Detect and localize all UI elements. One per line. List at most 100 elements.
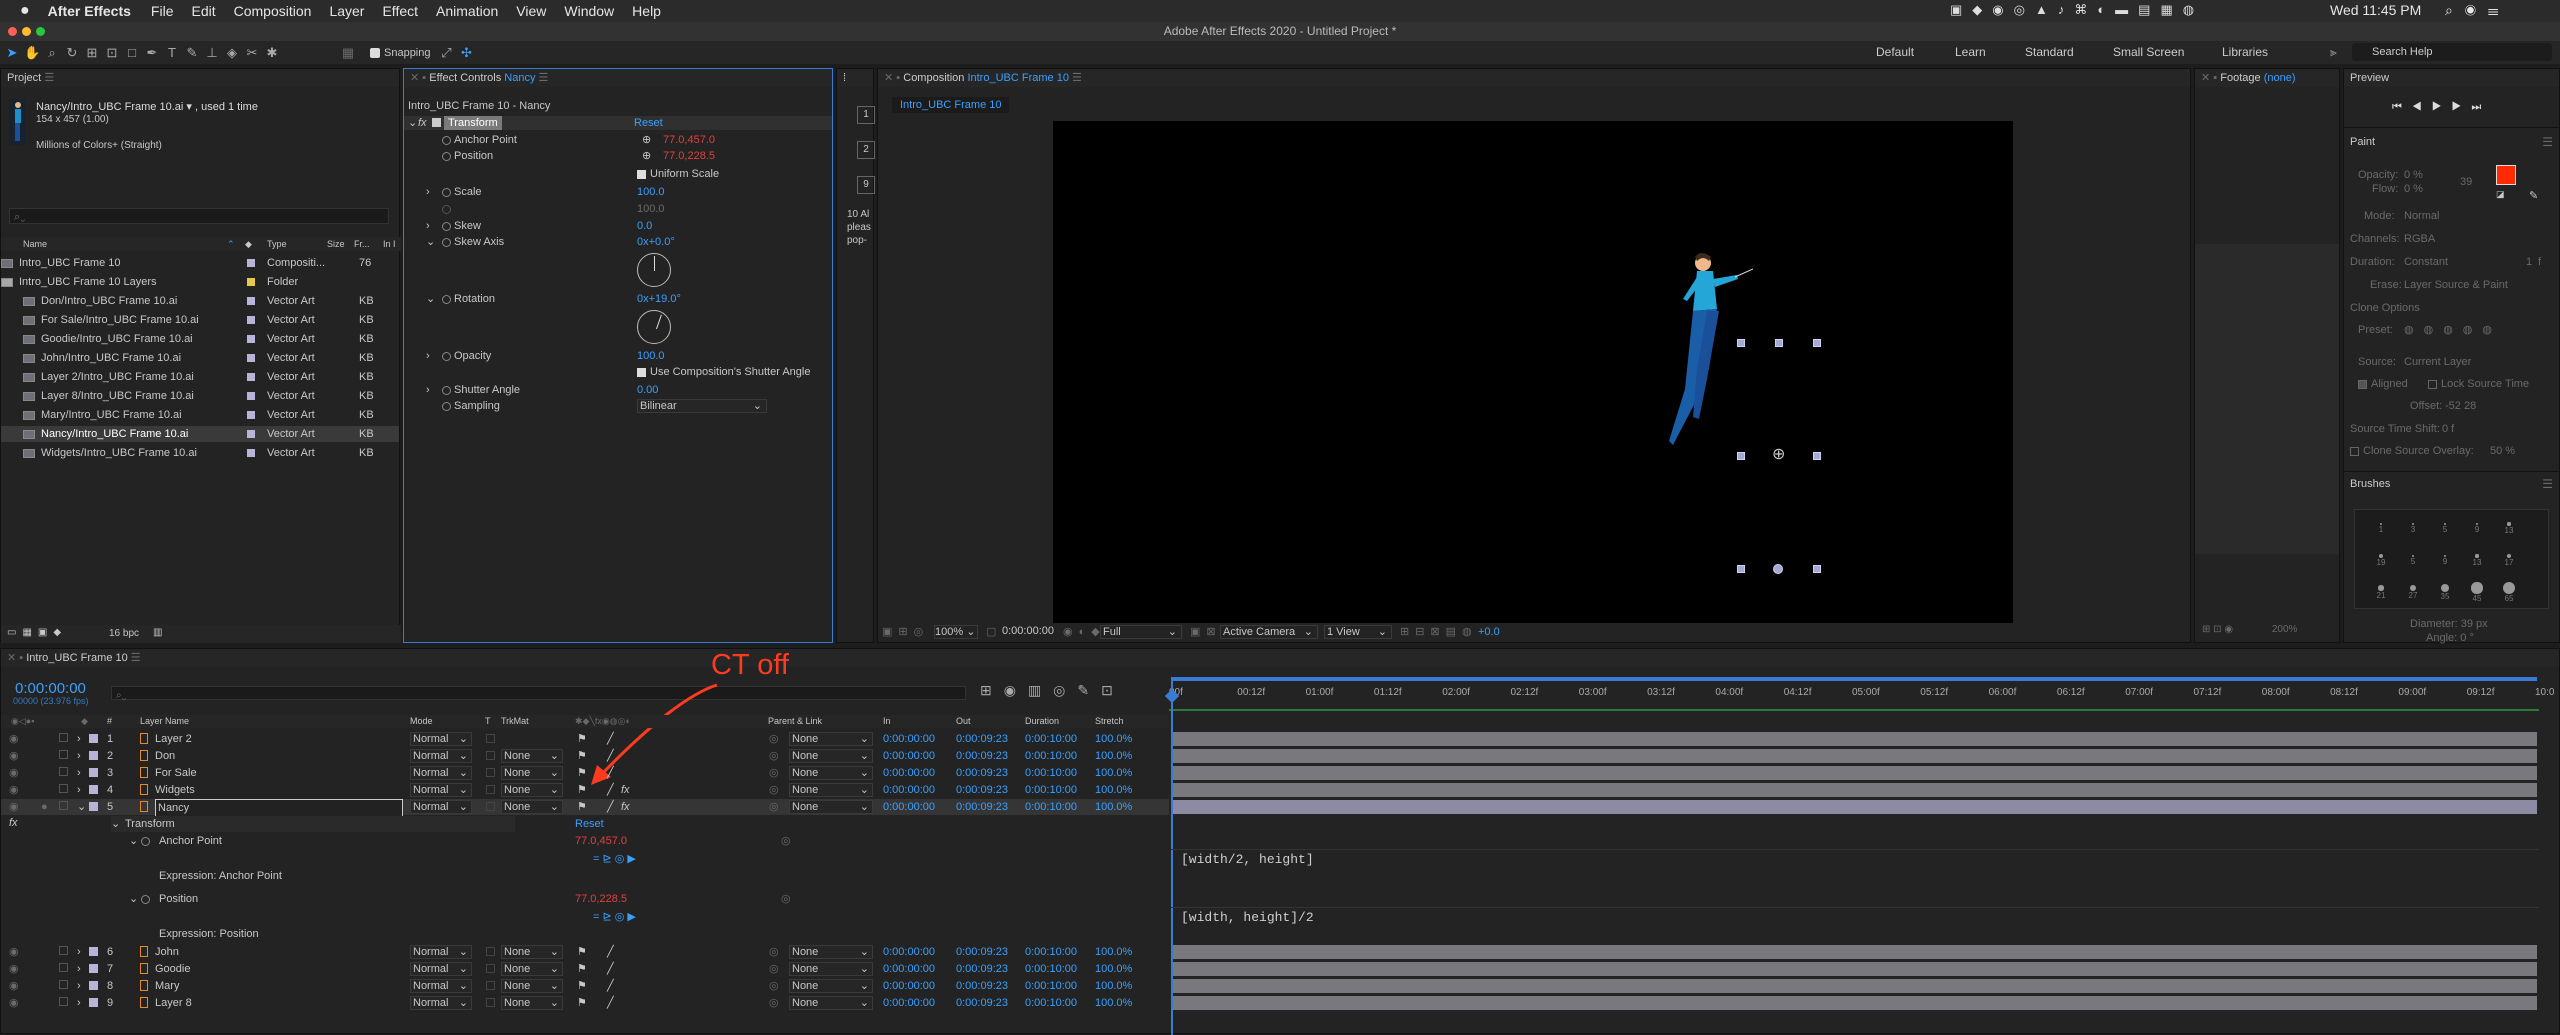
layer-name[interactable]: Layer 8: [155, 995, 192, 1011]
quality-switch-icon[interactable]: ╱: [607, 961, 614, 977]
col-duration[interactable]: Duration: [1025, 715, 1059, 728]
brush-tip[interactable]: 13: [2463, 548, 2491, 576]
paint-erase-dropdown[interactable]: Layer Source & Paint: [2404, 278, 2508, 292]
footage-zoom-label[interactable]: ⊞ ⊡ ◉ 200%: [2202, 624, 2297, 635]
layer-out-point[interactable]: 0:00:09:23: [956, 782, 1008, 798]
timeline-header[interactable]: ✕ ▪ Intro_UBC Frame 10 ☰: [1, 649, 2559, 667]
zoom-dropdown[interactable]: 100% ⌄: [934, 625, 978, 639]
layer-out-point[interactable]: 0:00:09:23: [956, 765, 1008, 781]
layer-duration-bar[interactable]: [1173, 962, 2537, 976]
layer-expand-icon[interactable]: ›: [77, 944, 81, 960]
roto-tool-icon[interactable]: ✂: [244, 45, 260, 61]
trkmat-dropdown[interactable]: None ⌄: [501, 800, 563, 814]
layer-row[interactable]: ◉ › 6 John Normal ⌄ None ⌄ ⚑ ╱ ◎ None ⌄ 0:0…: [1, 944, 1169, 960]
lock-toggle[interactable]: [59, 997, 68, 1006]
menu-extras-icon[interactable]: ⌕◉☰: [2445, 2, 2510, 19]
col-out[interactable]: Out: [956, 715, 971, 728]
sampling-stopwatch-icon[interactable]: [442, 399, 451, 413]
layer-stretch[interactable]: 100.0%: [1095, 765, 1132, 781]
skew-axis-dial[interactable]: [637, 253, 671, 287]
label-color-swatch[interactable]: [247, 316, 255, 324]
trash-icon[interactable]: ▥: [153, 627, 162, 638]
col-type[interactable]: Type: [267, 237, 287, 251]
quality-switch-icon[interactable]: ╱: [607, 995, 614, 1011]
layer-in-point[interactable]: 0:00:00:00: [883, 961, 935, 977]
menu-edit[interactable]: Edit: [191, 3, 215, 19]
close-tab-icon[interactable]: ✕: [2201, 72, 2210, 84]
rotation-stopwatch-icon[interactable]: [442, 292, 451, 306]
layer-in-point[interactable]: 0:00:00:00: [883, 748, 935, 764]
shy-switch-icon[interactable]: ⚑: [577, 995, 587, 1011]
bbox-handle[interactable]: [1773, 564, 1783, 574]
position-target-icon[interactable]: ⊕: [642, 149, 651, 163]
lock-toggle[interactable]: [59, 750, 68, 759]
transform-expand-icon[interactable]: ⌄: [111, 816, 120, 832]
col-mode[interactable]: Mode: [410, 715, 433, 728]
timeline-timecode[interactable]: 0:00:00:00: [15, 680, 86, 697]
position-value[interactable]: 77.0,228.5: [575, 892, 627, 906]
preserve-transparency-toggle[interactable]: [486, 768, 495, 777]
layer-out-point[interactable]: 0:00:09:23: [956, 731, 1008, 747]
layer-label-swatch[interactable]: [89, 981, 98, 990]
bbox-handle[interactable]: [1737, 452, 1745, 460]
search-help-input[interactable]: Search Help: [2352, 43, 2552, 61]
visibility-eye-icon[interactable]: ◉: [9, 782, 19, 798]
paint-flow-value[interactable]: 0 %: [2404, 182, 2423, 196]
col-size[interactable]: Size: [327, 237, 345, 251]
zoom-tool-icon[interactable]: ⌕: [44, 45, 60, 61]
fx-switch-icon[interactable]: fx: [621, 782, 630, 798]
shy-switch-icon[interactable]: ⚑: [577, 944, 587, 960]
switches-header-icon[interactable]: ✱◆╲fx◉◍◎◐: [575, 715, 631, 728]
layer-out-point[interactable]: 0:00:09:23: [956, 995, 1008, 1011]
layer-row[interactable]: ◉ › 8 Mary Normal ⌄ None ⌄ ⚑ ╱ ◎ None ⌄ 0:0…: [1, 978, 1169, 994]
trkmat-dropdown[interactable]: None ⌄: [501, 962, 563, 976]
blend-mode-dropdown[interactable]: Normal ⌄: [410, 979, 472, 993]
skew-expand-icon[interactable]: ›: [426, 219, 430, 233]
col-frame-rate[interactable]: Fr...: [354, 237, 370, 251]
project-item[interactable]: Intro_UBC Frame 10 Compositi... 76: [1, 255, 399, 271]
fx-toggle[interactable]: fx: [418, 116, 427, 130]
layer-out-point[interactable]: 0:00:09:23: [956, 944, 1008, 960]
transform-reset-link[interactable]: Reset: [634, 116, 663, 130]
layer-duration[interactable]: 0:00:10:00: [1025, 799, 1077, 815]
preserve-transparency-toggle[interactable]: [486, 734, 495, 743]
layer-duration[interactable]: 0:00:10:00: [1025, 978, 1077, 994]
label-color-swatch[interactable]: [247, 392, 255, 400]
trkmat-dropdown[interactable]: None ⌄: [501, 783, 563, 797]
parent-pickwhip-icon[interactable]: ◎: [769, 978, 779, 994]
parent-dropdown[interactable]: None ⌄: [789, 945, 873, 959]
minimize-window-button[interactable]: [22, 27, 31, 36]
visibility-eye-icon[interactable]: ◉: [9, 731, 19, 747]
lock-toggle[interactable]: [59, 784, 68, 793]
time-ruler[interactable]: 00f00:12f01:00f01:12f02:00f02:12f03:00f0…: [1169, 677, 2554, 717]
anchor-expression-controls-icon[interactable]: = ⊵ ◎ ▶: [593, 852, 636, 866]
layer-duration-bar[interactable]: [1173, 783, 2537, 797]
brush-tip[interactable]: 35: [2431, 580, 2459, 608]
app-menu[interactable]: After Effects: [48, 3, 131, 19]
layer-in-point[interactable]: 0:00:00:00: [883, 765, 935, 781]
lock-toggle[interactable]: [59, 946, 68, 955]
comp-viewer-canvas[interactable]: ⊕: [1053, 121, 2013, 623]
opacity-value[interactable]: 100.0: [637, 349, 665, 363]
layer-duration[interactable]: 0:00:10:00: [1025, 765, 1077, 781]
anchor-value[interactable]: 77.0,457.0: [663, 133, 715, 147]
layer-stretch[interactable]: 100.0%: [1095, 995, 1132, 1011]
lock-source-checkbox[interactable]: [2428, 380, 2437, 389]
project-item[interactable]: Widgets/Intro_UBC Frame 10.ai Vector Art…: [1, 445, 399, 461]
layer-expand-icon[interactable]: ›: [77, 748, 81, 764]
layer-row[interactable]: ◉ ● ⌄ 5 Nancy Normal ⌄ None ⌄ ⚑ ╱ fx ◎ Non…: [1, 799, 1169, 817]
panel-menu-icon[interactable]: ☰: [131, 652, 141, 664]
blend-mode-dropdown[interactable]: Normal ⌄: [410, 766, 472, 780]
apple-icon[interactable]: ●: [20, 2, 30, 20]
clone-overlay-checkbox[interactable]: [2350, 447, 2359, 456]
workspace-small-screen[interactable]: Small Screen: [2113, 41, 2184, 64]
layer-expand-icon[interactable]: ›: [77, 731, 81, 747]
camera-tool-icon[interactable]: ⊞: [84, 45, 100, 61]
strip-button-3[interactable]: 9: [857, 176, 875, 194]
layer-row[interactable]: ◉ › 1 Layer 2 Normal ⌄ ⚑ ╱ ◎ None ⌄ 0:00:0…: [1, 731, 1169, 747]
fx-switch-icon[interactable]: fx: [621, 799, 630, 815]
skew-stopwatch-icon[interactable]: [442, 219, 451, 233]
layer-out-point[interactable]: 0:00:09:23: [956, 978, 1008, 994]
foreground-color-swatch[interactable]: [2496, 165, 2516, 185]
layer-out-point[interactable]: 0:00:09:23: [956, 748, 1008, 764]
